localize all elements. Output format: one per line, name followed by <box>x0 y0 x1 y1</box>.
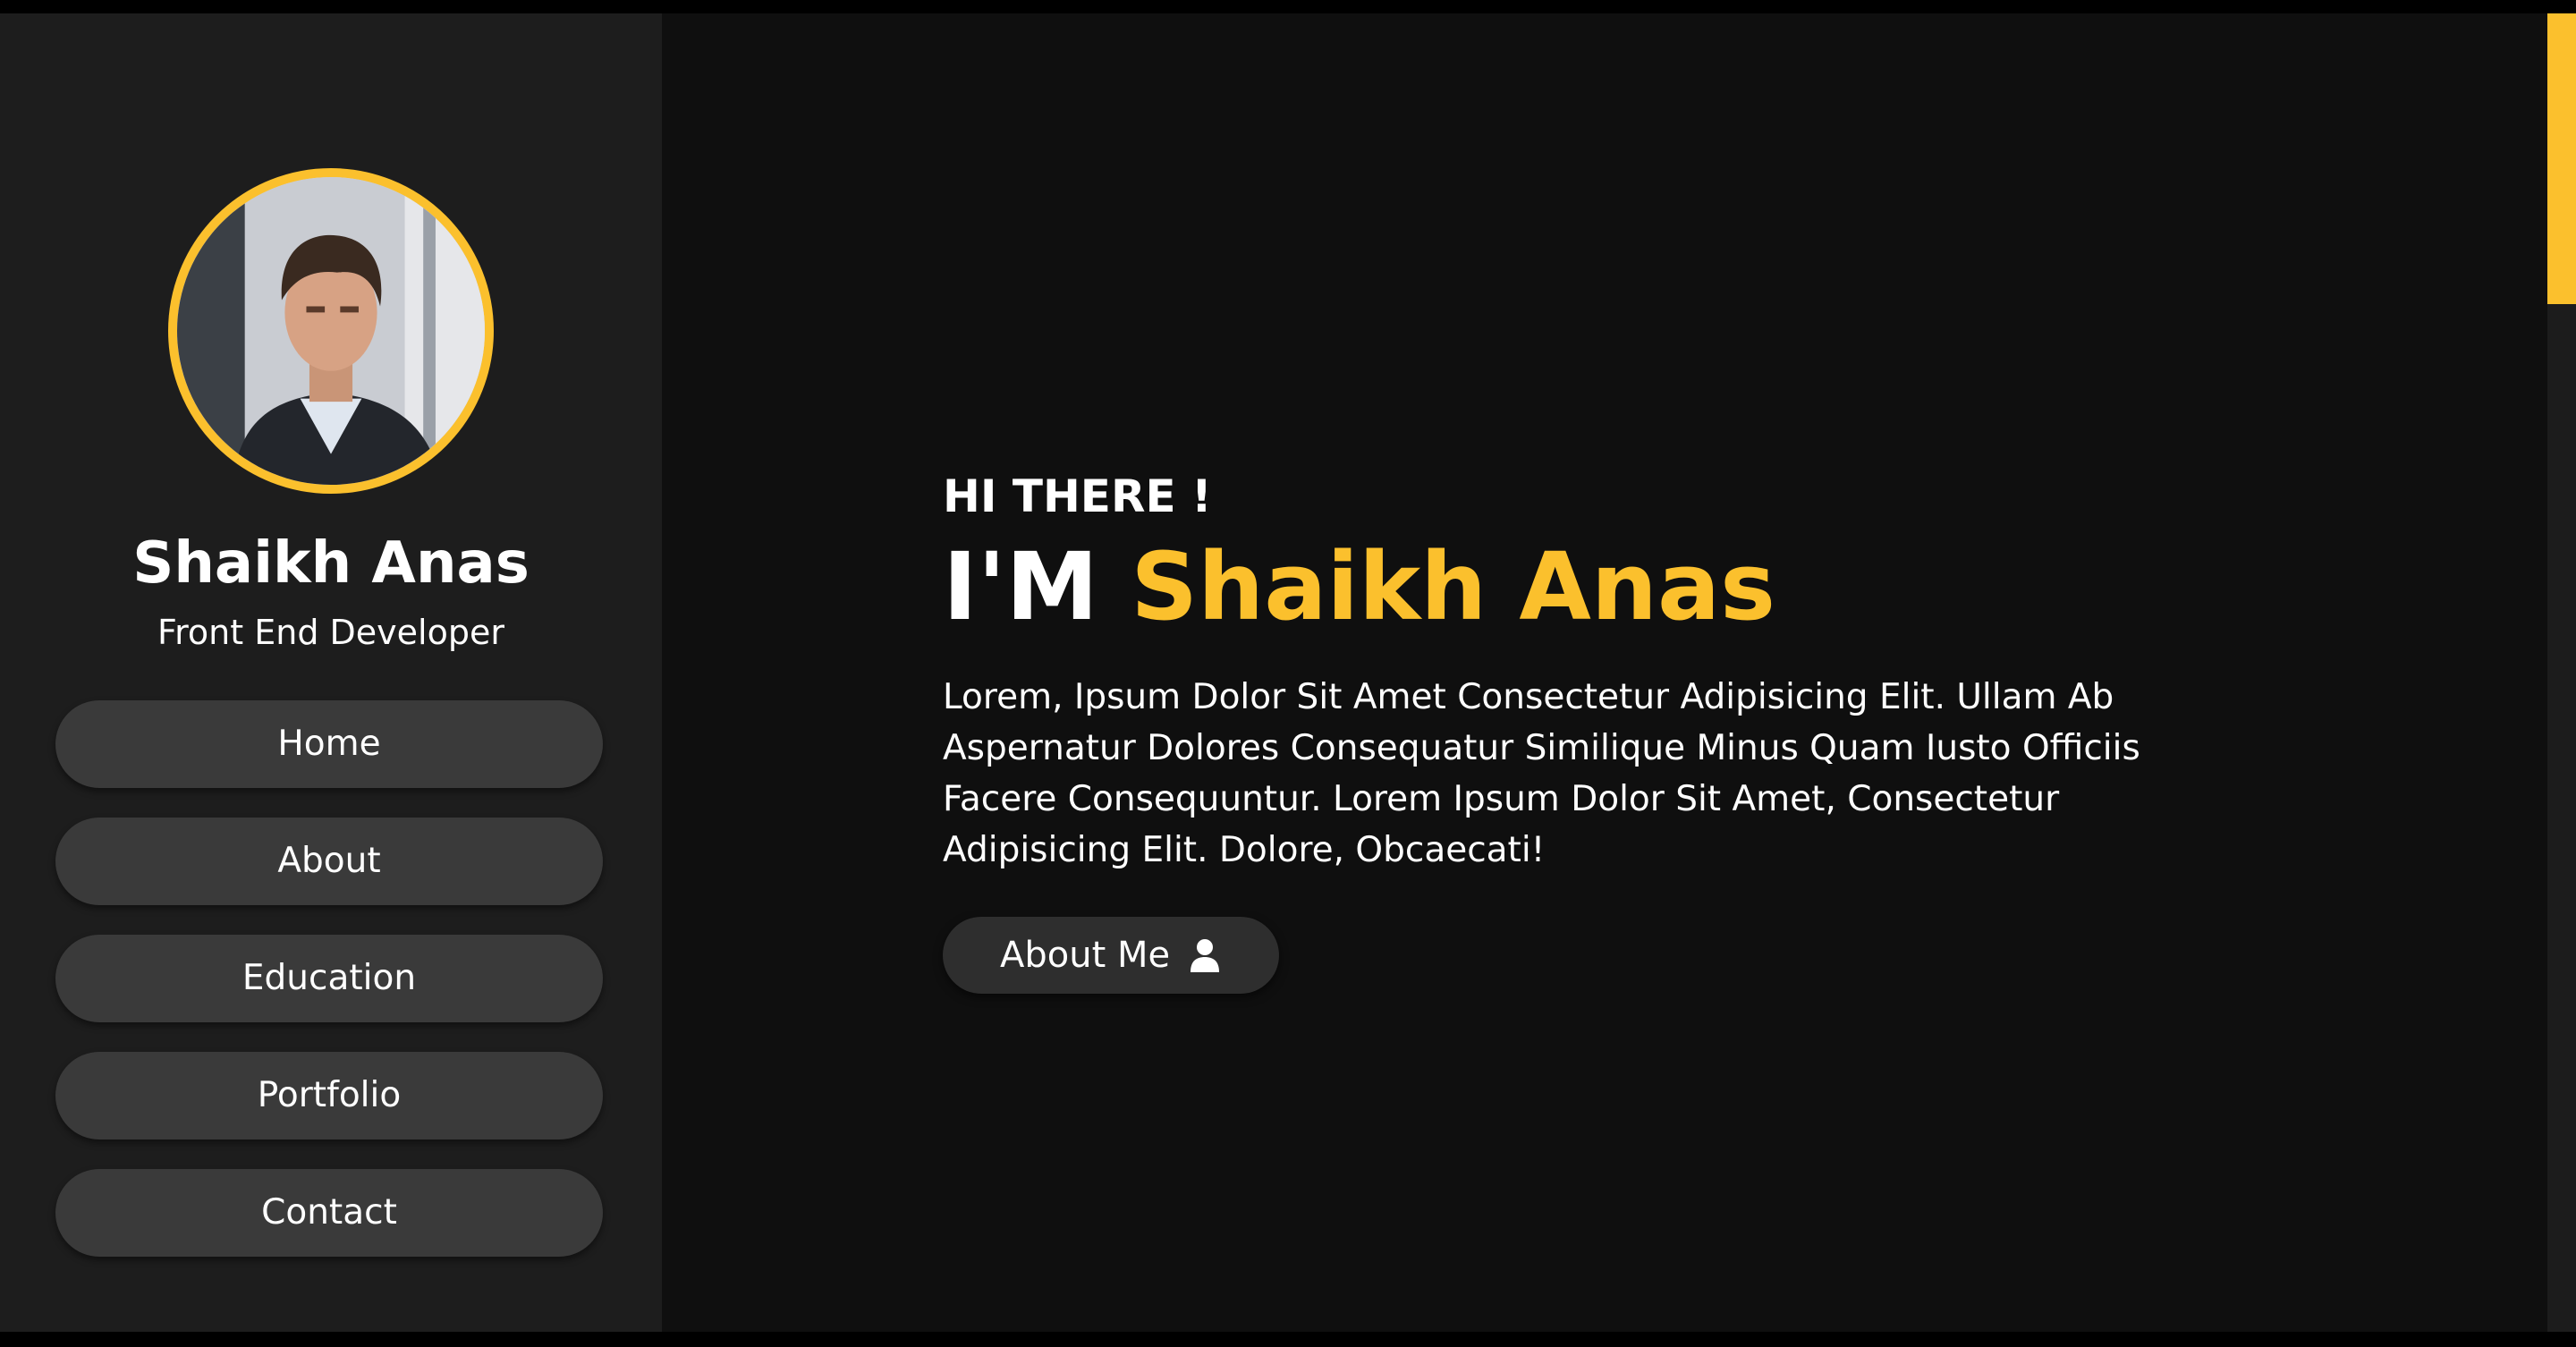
scrollbar[interactable] <box>2547 13 2576 1332</box>
nav-about-button[interactable]: About <box>55 818 603 905</box>
page: Shaikh Anas Front End Developer Home Abo… <box>0 13 2576 1332</box>
avatar <box>168 168 494 494</box>
nav-portfolio-button[interactable]: Portfolio <box>55 1052 603 1139</box>
hero-intro: Lorem, Ipsum Dolor Sit Amet Consectetur … <box>943 677 2140 871</box>
sidebar: Shaikh Anas Front End Developer Home Abo… <box>0 13 662 1332</box>
user-icon <box>1190 938 1220 973</box>
headline-prefix: I'M <box>943 532 1099 641</box>
nav-education-button[interactable]: Education <box>55 935 603 1022</box>
nav-contact-button[interactable]: Contact <box>55 1169 603 1257</box>
hero-headline: I'M Shaikh Anas <box>943 536 2284 638</box>
headline-name: Shaikh Anas <box>1131 532 1776 641</box>
hero-greeting: HI THERE ! <box>943 470 1212 522</box>
about-me-label: About Me <box>1000 935 1171 977</box>
profile-role: Front End Developer <box>157 613 504 652</box>
profile-name: Shaikh Anas <box>132 530 530 597</box>
hero-section: HI THERE ! I'M Shaikh Anas Lorem, Ipsum … <box>943 470 2284 995</box>
about-me-button[interactable]: About Me <box>943 917 1280 995</box>
scrollbar-thumb[interactable] <box>2547 13 2576 304</box>
nav-home-button[interactable]: Home <box>55 700 603 788</box>
sidebar-nav: Home About Education Portfolio Contact <box>55 700 603 1286</box>
